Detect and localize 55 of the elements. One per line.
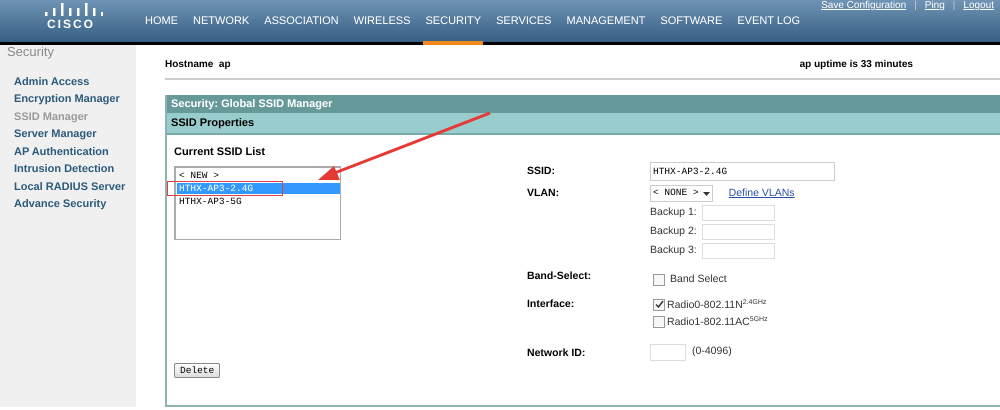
backup-field[interactable] bbox=[702, 205, 775, 221]
interface-option-text: Radio0-802.11N$^{2.4GHz}$ bbox=[667, 298, 766, 313]
nav-tab[interactable]: HOME bbox=[143, 12, 180, 45]
define-vlans-link[interactable]: Define VLANs bbox=[728, 186, 795, 202]
panel-title: Security: Global SSID Manager bbox=[167, 95, 1000, 113]
band-select-text: Band Select bbox=[670, 272, 727, 287]
interface-checkbox[interactable] bbox=[653, 316, 665, 328]
nav-tab[interactable]: SERVICES bbox=[494, 12, 554, 45]
band-select-checkbox[interactable] bbox=[653, 274, 665, 286]
backup-label: Backup 2: bbox=[650, 224, 698, 240]
interface-label: Interface: bbox=[527, 296, 576, 312]
sidebar-item[interactable]: Admin Access bbox=[14, 74, 136, 89]
header-link[interactable]: Logout bbox=[963, 0, 994, 12]
panel-subtitle: SSID Properties bbox=[167, 113, 1000, 135]
header-link[interactable]: Save Configuration bbox=[821, 0, 906, 12]
sidebar-item[interactable]: Server Manager bbox=[14, 127, 136, 142]
ssid-field[interactable]: HTHX-AP3-2.4G bbox=[650, 162, 835, 181]
backup-field[interactable] bbox=[702, 243, 775, 259]
band-select-label: Band-Select: bbox=[527, 269, 592, 284]
logo-text: CISCO bbox=[46, 16, 96, 33]
delete-button[interactable]: Delete bbox=[174, 363, 220, 378]
ssid-label: SSID: bbox=[527, 164, 556, 179]
link-separator: | bbox=[914, 0, 917, 12]
nav-tab[interactable]: SECURITY bbox=[423, 12, 484, 45]
nav-tab[interactable]: SOFTWARE bbox=[658, 12, 724, 45]
network-id-label: Network ID: bbox=[527, 346, 586, 361]
interface-checkbox[interactable] bbox=[653, 298, 665, 311]
vlan-label: VLAN: bbox=[527, 186, 560, 201]
backup-label: Backup 1: bbox=[650, 205, 698, 220]
network-id-hint: (0-4096) bbox=[692, 344, 732, 360]
nav-tab[interactable]: NETWORK bbox=[191, 12, 252, 45]
interface-option-text: Radio1-802.11AC$^{5GHz}$ bbox=[667, 314, 768, 330]
ssid-list-label: Current SSID List bbox=[174, 145, 266, 160]
hostname-text: Hostname ap bbox=[165, 58, 231, 72]
nav-tab[interactable]: EVENT LOG bbox=[735, 12, 802, 45]
vlan-select[interactable]: < NONE > bbox=[650, 185, 713, 202]
header-link[interactable]: Ping bbox=[924, 0, 945, 12]
network-id-field[interactable] bbox=[650, 344, 686, 361]
link-separator: | bbox=[952, 0, 956, 12]
dropdown-caret-icon bbox=[702, 192, 710, 196]
nav-tab[interactable]: MANAGEMENT bbox=[564, 12, 648, 45]
sidebar-item[interactable]: Advance Security bbox=[14, 197, 136, 212]
uptime-text: ap uptime is 33 minutes bbox=[800, 58, 913, 72]
sidebar-title: Security bbox=[7, 43, 55, 61]
sidebar-item[interactable]: Local RADIUS Server bbox=[14, 180, 136, 194]
logo-bars-icon bbox=[45, 2, 103, 16]
sidebar-item[interactable]: Encryption Manager bbox=[14, 92, 136, 106]
ssid-list-item[interactable]: < NEW > bbox=[177, 170, 340, 180]
nav-tab[interactable]: ASSOCIATION bbox=[262, 12, 341, 45]
sidebar-item[interactable]: Intrusion Detection bbox=[14, 162, 136, 176]
backup-label: Backup 3: bbox=[650, 243, 698, 258]
backup-field[interactable] bbox=[702, 224, 775, 240]
sidebar-item[interactable]: AP Authentication bbox=[14, 144, 136, 159]
nav-tab[interactable]: WIRELESS bbox=[352, 12, 412, 45]
ssid-list-item[interactable]: HTHX-AP3-5G bbox=[177, 196, 340, 206]
